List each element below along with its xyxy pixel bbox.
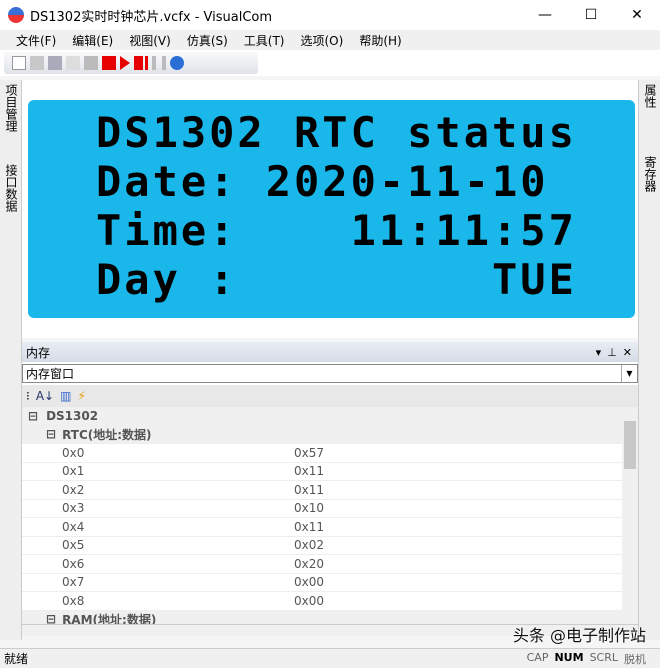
minimize-button[interactable]: — xyxy=(522,0,568,30)
save-icon[interactable] xyxy=(48,56,62,70)
dropdown-icon[interactable]: ▾ xyxy=(596,346,602,359)
lcd-panel: DS1302 RTC status Date: 2020-11-10 Time:… xyxy=(22,80,638,338)
node-label: DS1302 xyxy=(46,408,99,423)
cap-indicator: CAP xyxy=(526,650,549,664)
lcd-line: Date: 2020-11-10 xyxy=(96,157,549,206)
pause-icon[interactable] xyxy=(152,56,166,70)
memory-panel-header: 内存 ▾ ⊥ ✕ xyxy=(22,342,638,362)
num-indicator: NUM xyxy=(554,650,584,664)
chevron-down-icon[interactable]: ▼ xyxy=(621,365,637,382)
vertical-scrollbar[interactable] xyxy=(622,407,638,625)
memory-row[interactable]: 0x0 0x57 xyxy=(22,444,622,463)
memory-row[interactable]: 0x4 0x11 xyxy=(22,518,622,537)
tab-label: 项目管理 xyxy=(4,84,18,132)
help-icon[interactable] xyxy=(170,56,184,70)
step-icon[interactable] xyxy=(134,56,148,70)
value: 0x11 xyxy=(294,464,325,479)
run-icon[interactable] xyxy=(120,56,130,70)
toolbar xyxy=(4,52,258,74)
maximize-button[interactable]: ☐ xyxy=(568,0,614,30)
address: 0x2 xyxy=(62,482,85,497)
address: 0x7 xyxy=(62,575,85,590)
pin-icon[interactable]: ⊥ xyxy=(607,346,617,359)
watermark: 头条 @电子制作站 xyxy=(512,626,646,645)
tab-label: 接口数据 xyxy=(4,164,18,212)
lcd-line: Day : TUE xyxy=(96,255,577,304)
lcd-line: Time: 11:11:57 xyxy=(96,206,577,255)
select-value: 内存窗口 xyxy=(26,367,75,381)
address: 0x5 xyxy=(62,538,85,553)
window-title: DS1302实时时钟芯片.vcfx - VisualCom xyxy=(30,9,273,25)
events-icon[interactable]: ⚡ xyxy=(77,389,85,403)
menu-options[interactable]: 选项(O) xyxy=(301,32,344,49)
address: 0x0 xyxy=(62,445,85,460)
memory-window-select[interactable]: 内存窗口 ▼ xyxy=(22,364,638,383)
memory-row[interactable]: 0x6 0x20 xyxy=(22,555,622,574)
menu-tools[interactable]: 工具(T) xyxy=(244,32,285,49)
collapse-icon[interactable]: ⊟ xyxy=(22,409,38,423)
right-dock: 属性 寄存器 xyxy=(638,80,660,640)
value: 0x11 xyxy=(294,482,325,497)
tab-label: 属性 xyxy=(643,84,657,108)
value: 0x00 xyxy=(294,593,325,608)
close-button[interactable]: ✕ xyxy=(614,0,660,30)
memory-row[interactable]: 0x2 0x11 xyxy=(22,481,622,500)
memory-row[interactable]: 0x8 0x00 xyxy=(22,592,622,611)
memory-row[interactable]: 0x7 0x00 xyxy=(22,574,622,592)
address: 0x4 xyxy=(62,519,85,534)
paste-icon[interactable] xyxy=(84,56,98,70)
tab-label: 寄存器 xyxy=(643,156,657,192)
close-icon[interactable]: ✕ xyxy=(623,346,632,359)
value: 0x00 xyxy=(294,575,325,590)
value: 0x57 xyxy=(294,445,325,460)
memory-panel: 内存 ▾ ⊥ ✕ 内存窗口 ▼ ⁝ A↓ ▥ ⚡ ⊟ DS1302 ⊟ RTC(地址:数… xyxy=(22,342,638,636)
tab-properties[interactable]: 属性 xyxy=(639,80,660,112)
title-bar: DS1302实时时钟芯片.vcfx - VisualCom — ☐ ✕ xyxy=(0,0,660,30)
memory-toolbar: ⁝ A↓ ▥ ⚡ xyxy=(22,385,638,407)
memory-row[interactable]: 0x5 0x02 xyxy=(22,537,622,555)
status-text: 就绪 xyxy=(4,652,29,666)
value: 0x20 xyxy=(294,556,325,571)
menu-bar: 文件(F) 编辑(E) 视图(V) 仿真(S) 工具(T) 选项(O) 帮助(H… xyxy=(0,30,660,50)
node-label: RAM(地址:数据) xyxy=(62,612,157,625)
lcd-line: DS1302 RTC status xyxy=(96,108,577,157)
new-icon[interactable] xyxy=(12,56,26,70)
tab-registers[interactable]: 寄存器 xyxy=(639,152,660,196)
value: 0x02 xyxy=(294,538,325,553)
tree-node-rtc[interactable]: ⊟ RTC(地址:数据) xyxy=(22,425,622,444)
scrl-indicator: SCRL xyxy=(589,650,618,664)
status-bar: 就绪 CAP NUM SCRL 脱机 xyxy=(0,648,660,668)
categorized-icon[interactable]: ⁝ xyxy=(26,389,30,403)
memory-row[interactable]: 0x1 0x11 xyxy=(22,463,622,481)
menu-file[interactable]: 文件(F) xyxy=(16,32,56,49)
memory-tree: ⊟ DS1302 ⊟ RTC(地址:数据) 0x0 0x57 0x1 0x11 0x2 0x1… xyxy=(22,407,622,625)
menu-help[interactable]: 帮助(H) xyxy=(359,32,401,49)
tree-node-root[interactable]: ⊟ DS1302 xyxy=(22,407,622,426)
address: 0x3 xyxy=(62,501,85,516)
address: 0x8 xyxy=(62,593,85,608)
stop-icon[interactable] xyxy=(102,56,116,70)
left-dock: 项目管理 接口数据 xyxy=(0,80,38,640)
menu-simulate[interactable]: 仿真(S) xyxy=(187,32,228,49)
scroll-thumb[interactable] xyxy=(624,421,636,469)
menu-edit[interactable]: 编辑(E) xyxy=(72,32,113,49)
collapse-icon[interactable]: ⊟ xyxy=(22,427,56,441)
value: 0x10 xyxy=(294,501,325,516)
node-label: RTC(地址:数据) xyxy=(62,427,152,442)
app-icon xyxy=(8,7,24,23)
address: 0x1 xyxy=(62,464,85,479)
address: 0x6 xyxy=(62,556,85,571)
menu-view[interactable]: 视图(V) xyxy=(129,32,171,49)
lcd-display: DS1302 RTC status Date: 2020-11-10 Time:… xyxy=(28,100,635,318)
pages-icon[interactable]: ▥ xyxy=(60,389,71,403)
memory-panel-title: 内存 xyxy=(26,345,51,360)
copy-icon[interactable] xyxy=(66,56,80,70)
value: 0x11 xyxy=(294,519,325,534)
sort-az-icon[interactable]: A↓ xyxy=(36,389,54,403)
offline-indicator: 脱机 xyxy=(624,652,646,666)
open-icon[interactable] xyxy=(30,56,44,70)
memory-row[interactable]: 0x3 0x10 xyxy=(22,500,622,518)
